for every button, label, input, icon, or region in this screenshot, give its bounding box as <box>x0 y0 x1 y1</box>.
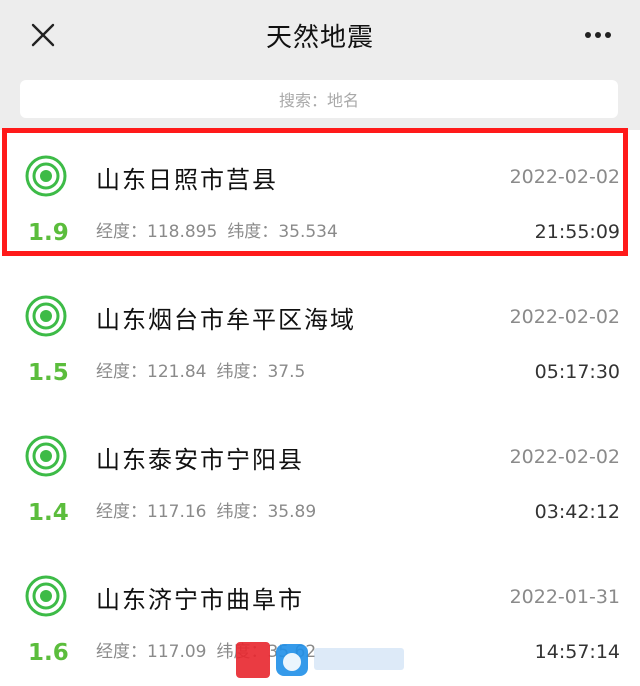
longitude-label: 经度： <box>96 502 147 522</box>
epicenter-icon <box>25 575 67 617</box>
search-bar: 搜索：地名 <box>0 68 640 130</box>
latitude-label: 纬度： <box>216 362 268 382</box>
longitude-value: 117.09 <box>147 642 207 662</box>
longitude-label: 经度： <box>96 222 147 242</box>
quake-location: 山东日照市莒县 <box>96 166 278 194</box>
more-button[interactable] <box>576 14 620 56</box>
quake-location: 山东泰安市宁阳县 <box>96 446 304 474</box>
quake-location: 山东烟台市牟平区海域 <box>96 306 356 334</box>
quake-row[interactable]: 1.6 山东济宁市曲阜市 经度：117.09 纬度：35.62 2022-01-3… <box>0 550 640 686</box>
quake-coordinates: 经度：117.16 纬度：35.89 <box>96 497 316 522</box>
search-input[interactable]: 搜索：地名 <box>20 80 618 118</box>
longitude-value: 117.16 <box>147 502 207 522</box>
quake-date: 2022-02-02 <box>509 166 620 188</box>
longitude-label: 经度： <box>96 642 147 662</box>
magnitude-value: 1.4 <box>28 500 69 526</box>
quake-time: 14:57:14 <box>534 641 620 663</box>
longitude-value: 121.84 <box>147 362 207 382</box>
earthquake-list-page: 天然地震 搜索：地名 1.9 山东日照市莒县 经度：118.895 纬度：35.5… <box>0 0 640 686</box>
quake-list: 1.9 山东日照市莒县 经度：118.895 纬度：35.534 2022-02-… <box>0 128 640 686</box>
epicenter-icon <box>25 295 67 337</box>
latitude-label: 纬度： <box>227 222 279 242</box>
latitude-value: 35.89 <box>267 502 317 522</box>
magnitude-value: 1.9 <box>28 220 69 246</box>
epicenter-icon <box>25 435 67 477</box>
quake-row[interactable]: 1.4 山东泰安市宁阳县 经度：117.16 纬度：35.89 2022-02-0… <box>0 410 640 550</box>
longitude-label: 经度： <box>96 362 147 382</box>
quake-coordinates: 经度：121.84 纬度：37.5 <box>96 357 305 382</box>
longitude-value: 118.895 <box>147 222 218 242</box>
quake-coordinates: 经度：117.09 纬度：35.62 <box>96 637 316 662</box>
quake-date: 2022-01-31 <box>509 586 620 608</box>
magnitude-value: 1.5 <box>28 360 69 386</box>
latitude-value: 37.5 <box>267 362 306 382</box>
page-title: 天然地震 <box>265 23 374 53</box>
latitude-value: 35.62 <box>267 642 317 662</box>
latitude-value: 35.534 <box>278 222 338 242</box>
quake-row[interactable]: 1.9 山东日照市莒县 经度：118.895 纬度：35.534 2022-02-… <box>0 128 640 270</box>
quake-coordinates: 经度：118.895 纬度：35.534 <box>96 217 338 242</box>
latitude-label: 纬度： <box>216 502 268 522</box>
quake-location: 山东济宁市曲阜市 <box>96 586 304 614</box>
latitude-label: 纬度： <box>216 642 268 662</box>
quake-date: 2022-02-02 <box>509 446 620 468</box>
quake-date: 2022-02-02 <box>509 306 620 328</box>
quake-time: 03:42:12 <box>534 501 620 523</box>
quake-time: 21:55:09 <box>534 221 620 243</box>
magnitude-value: 1.6 <box>28 640 69 666</box>
quake-row[interactable]: 1.5 山东烟台市牟平区海域 经度：121.84 纬度：37.5 2022-02-… <box>0 270 640 410</box>
quake-time: 05:17:30 <box>534 361 620 383</box>
more-horizontal-icon <box>585 32 591 38</box>
app-header: 天然地震 <box>0 0 640 68</box>
epicenter-icon <box>25 155 67 197</box>
